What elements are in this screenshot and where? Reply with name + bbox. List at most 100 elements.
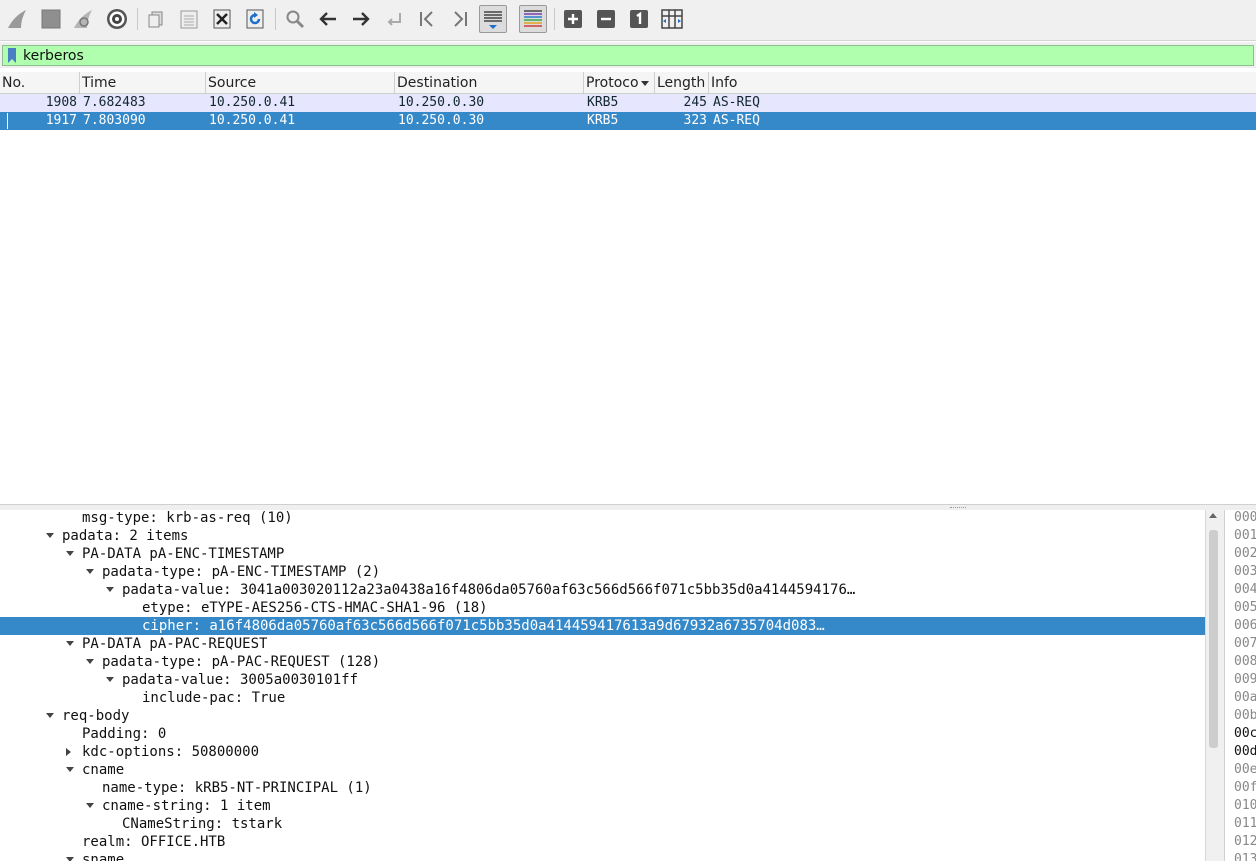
tree-row[interactable]: cname-string: 1 item bbox=[0, 797, 1205, 815]
arrow-right-icon bbox=[353, 12, 370, 26]
column-header-no[interactable]: No. bbox=[0, 72, 80, 94]
sort-down-icon bbox=[641, 81, 649, 86]
splitter-grip[interactable] bbox=[950, 507, 966, 509]
tree-row[interactable]: cname bbox=[0, 761, 1205, 779]
zoom-in-icon bbox=[564, 10, 582, 28]
packet-destination: 10.250.0.30 bbox=[398, 95, 485, 110]
zoom-out-icon bbox=[597, 10, 615, 28]
tree-row[interactable]: sname bbox=[0, 851, 1205, 861]
tree-row-text: padata-type: pA-PAC-REQUEST (128) bbox=[102, 654, 381, 670]
go-to-packet-button[interactable] bbox=[380, 5, 408, 33]
open-file-button[interactable] bbox=[142, 5, 170, 33]
tree-row-text: cname bbox=[82, 762, 125, 778]
tree-row[interactable]: PA-DATA pA-ENC-TIMESTAMP bbox=[0, 545, 1205, 563]
tree-row[interactable]: realm: OFFICE.HTB bbox=[0, 833, 1205, 851]
stop-capture-button[interactable] bbox=[37, 5, 65, 33]
packet-row[interactable]: 1908 7.682483 10.250.0.41 10.250.0.30 KR… bbox=[0, 94, 1256, 112]
tree-row[interactable]: req-body bbox=[0, 707, 1205, 725]
resize-columns-button[interactable] bbox=[658, 5, 686, 33]
tree-row-text: req-body bbox=[62, 708, 130, 724]
normal-size-icon bbox=[630, 10, 648, 28]
chevron-down-icon[interactable] bbox=[106, 677, 114, 682]
chevron-down-icon[interactable] bbox=[86, 659, 94, 664]
tree-row[interactable]: padata-value: 3005a0030101ff bbox=[0, 671, 1205, 689]
hex-offset: 00d bbox=[1234, 744, 1256, 759]
last-packet-icon bbox=[454, 11, 467, 27]
tree-row[interactable]: include-pac: True bbox=[0, 689, 1205, 707]
hex-offset: 00e bbox=[1234, 762, 1256, 777]
start-capture-button[interactable] bbox=[4, 5, 32, 33]
tree-row[interactable]: Padding: 0 bbox=[0, 725, 1205, 743]
last-packet-button[interactable] bbox=[446, 5, 474, 33]
scrollbar-thumb[interactable] bbox=[1209, 530, 1218, 748]
chevron-down-icon[interactable] bbox=[106, 587, 114, 592]
display-filter-bar bbox=[0, 42, 1256, 68]
find-packet-button[interactable] bbox=[281, 5, 309, 33]
details-scrollbar[interactable] bbox=[1205, 510, 1221, 861]
hex-offset: 006 bbox=[1234, 618, 1256, 633]
go-back-button[interactable] bbox=[314, 5, 342, 33]
hex-offset: 005 bbox=[1234, 600, 1256, 615]
column-header-time[interactable]: Time bbox=[80, 72, 206, 94]
packet-source: 10.250.0.41 bbox=[209, 113, 296, 128]
chevron-down-icon[interactable] bbox=[66, 551, 74, 556]
chevron-down-icon[interactable] bbox=[46, 713, 54, 718]
column-header-destination[interactable]: Destination bbox=[395, 72, 584, 94]
main-toolbar bbox=[0, 0, 1256, 41]
packet-details-tree: msg-type: krb-as-req (10) padata: 2 items… bbox=[0, 510, 1205, 861]
close-file-icon bbox=[213, 9, 231, 29]
tree-row[interactable]: CNameString: tstark bbox=[0, 815, 1205, 833]
column-header-source[interactable]: Source bbox=[206, 72, 395, 94]
packet-row-selected[interactable]: 1917 7.803090 10.250.0.41 10.250.0.30 KR… bbox=[0, 112, 1256, 130]
bookmark-icon[interactable] bbox=[7, 48, 17, 63]
scroll-up-arrow-icon[interactable] bbox=[1209, 513, 1217, 518]
tree-row[interactable]: msg-type: krb-as-req (10) bbox=[0, 510, 1205, 527]
column-header-length[interactable]: Length bbox=[655, 72, 709, 94]
column-header-info[interactable]: Info bbox=[709, 72, 1256, 94]
tree-row[interactable]: kdc-options: 50800000 bbox=[0, 743, 1205, 761]
tree-row[interactable]: name-type: kRB5-NT-PRINCIPAL (1) bbox=[0, 779, 1205, 797]
tree-row-text: kdc-options: 50800000 bbox=[82, 744, 260, 760]
tree-row-text: msg-type: krb-as-req (10) bbox=[82, 510, 293, 526]
column-header-protocol[interactable]: Protoco bbox=[584, 72, 655, 94]
packet-length: 245 bbox=[683, 95, 707, 110]
tree-row-selected[interactable]: cipher: a16f4806da05760af63c566d566f071c… bbox=[0, 617, 1205, 635]
zoom-out-button[interactable] bbox=[592, 5, 620, 33]
resize-columns-icon bbox=[661, 9, 683, 29]
packet-bytes-pane: 000 001 002 003 004 005 006 007 008 009 00a 00b 00c 0… bbox=[1224, 510, 1256, 861]
tree-row[interactable]: padata-value: 3041a003020112a23a0438a16f… bbox=[0, 581, 1205, 599]
tree-row[interactable]: padata-type: pA-ENC-TIMESTAMP (2) bbox=[0, 563, 1205, 581]
reload-file-button[interactable] bbox=[241, 5, 269, 33]
gear-icon bbox=[107, 9, 127, 29]
tree-row-text: padata: 2 items bbox=[62, 528, 189, 544]
chevron-down-icon[interactable] bbox=[66, 767, 74, 772]
hex-offset: 002 bbox=[1234, 546, 1256, 561]
go-forward-button[interactable] bbox=[347, 5, 375, 33]
chevron-right-icon[interactable] bbox=[66, 748, 71, 756]
close-file-button[interactable] bbox=[208, 5, 236, 33]
save-file-button[interactable] bbox=[175, 5, 203, 33]
hex-offset: 003 bbox=[1234, 564, 1256, 579]
tree-row[interactable]: etype: eTYPE-AES256-CTS-HMAC-SHA1-96 (18… bbox=[0, 599, 1205, 617]
chevron-down-icon[interactable] bbox=[66, 641, 74, 646]
restart-capture-button[interactable] bbox=[70, 5, 98, 33]
autoscroll-toggle[interactable] bbox=[479, 5, 507, 33]
chevron-down-icon[interactable] bbox=[86, 569, 94, 574]
tree-row[interactable]: PA-DATA pA-PAC-REQUEST bbox=[0, 635, 1205, 653]
hex-offset: 00f bbox=[1234, 780, 1256, 795]
tree-row[interactable]: padata: 2 items bbox=[0, 527, 1205, 545]
display-filter-field bbox=[2, 45, 1254, 66]
tree-row-text: cname-string: 1 item bbox=[102, 798, 271, 814]
zoom-in-button[interactable] bbox=[559, 5, 587, 33]
chevron-down-icon[interactable] bbox=[46, 533, 54, 538]
first-packet-button[interactable] bbox=[413, 5, 441, 33]
colorize-toggle[interactable] bbox=[519, 5, 547, 33]
tree-row-text: name-type: kRB5-NT-PRINCIPAL (1) bbox=[102, 780, 372, 796]
capture-options-button[interactable] bbox=[103, 5, 131, 33]
chevron-down-icon[interactable] bbox=[66, 857, 74, 861]
display-filter-input[interactable] bbox=[23, 46, 1243, 65]
chevron-down-icon[interactable] bbox=[86, 803, 94, 808]
normal-size-button[interactable] bbox=[625, 5, 653, 33]
search-icon bbox=[286, 10, 305, 29]
tree-row[interactable]: padata-type: pA-PAC-REQUEST (128) bbox=[0, 653, 1205, 671]
